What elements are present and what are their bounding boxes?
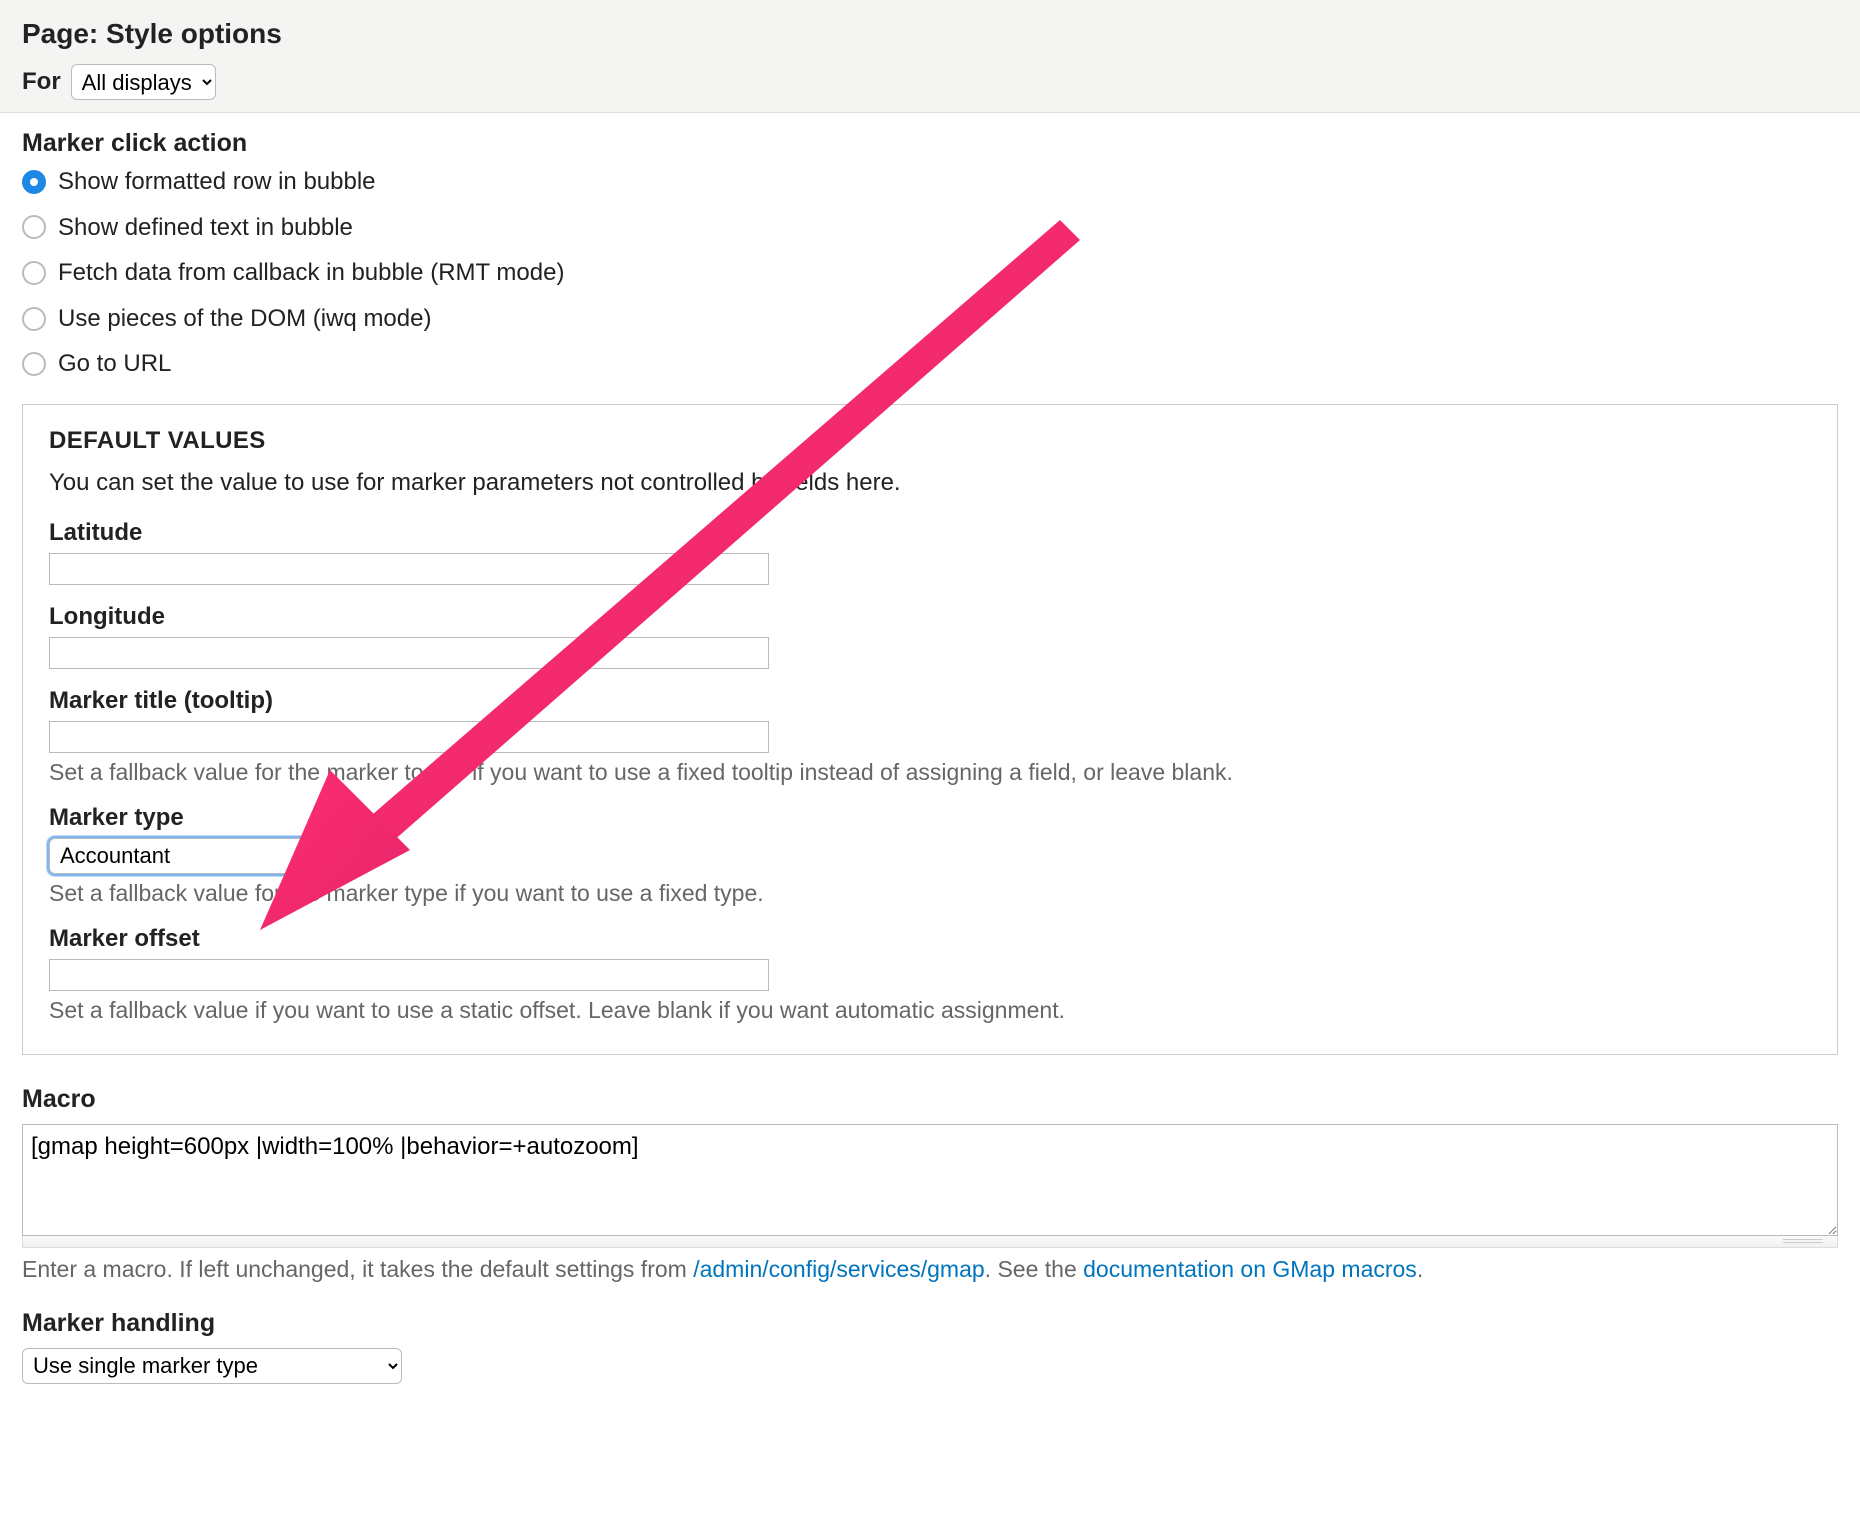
page-title: Page: Style options — [22, 18, 1838, 50]
marker-handling-label: Marker handling — [22, 1309, 1838, 1338]
macro-config-link[interactable]: /admin/config/services/gmap — [693, 1256, 984, 1282]
for-select[interactable]: All displays — [71, 64, 216, 100]
longitude-block: Longitude — [49, 603, 1811, 669]
macro-help-post: . — [1417, 1256, 1423, 1282]
radio-use-dom-pieces[interactable]: Use pieces of the DOM (iwq mode) — [22, 305, 1838, 333]
marker-title-help: Set a fallback value for the marker tool… — [49, 759, 1811, 786]
marker-type-label: Marker type — [49, 804, 1811, 832]
latitude-input[interactable] — [49, 553, 769, 585]
for-row: For All displays — [22, 64, 1838, 100]
marker-type-select[interactable]: Accountant — [49, 838, 329, 874]
marker-click-options: Show formatted row in bubble Show define… — [22, 168, 1838, 378]
macro-textarea[interactable] — [22, 1124, 1838, 1236]
radio-label: Use pieces of the DOM (iwq mode) — [58, 305, 431, 333]
macro-help-pre: Enter a macro. If left unchanged, it tak… — [22, 1256, 693, 1282]
macro-docs-link[interactable]: documentation on GMap macros — [1083, 1256, 1417, 1282]
radio-label: Go to URL — [58, 350, 171, 378]
radio-icon — [22, 261, 46, 285]
macro-help: Enter a macro. If left unchanged, it tak… — [22, 1256, 1838, 1283]
radio-show-formatted-row[interactable]: Show formatted row in bubble — [22, 168, 1838, 196]
for-label: For — [22, 68, 61, 96]
latitude-label: Latitude — [49, 519, 1811, 547]
macro-label: Macro — [22, 1085, 1838, 1114]
marker-offset-input[interactable] — [49, 959, 769, 991]
dialog-header: Page: Style options For All displays — [0, 0, 1860, 113]
marker-click-heading: Marker click action — [22, 129, 1838, 158]
radio-icon — [22, 215, 46, 239]
marker-title-label: Marker title (tooltip) — [49, 687, 1811, 715]
radio-icon — [22, 170, 46, 194]
default-values-intro: You can set the value to use for marker … — [49, 469, 1811, 497]
marker-handling-select[interactable]: Use single marker type — [22, 1348, 402, 1384]
radio-label: Fetch data from callback in bubble (RMT … — [58, 259, 564, 287]
default-values-fieldset: DEFAULT VALUES You can set the value to … — [22, 404, 1838, 1055]
default-values-legend: DEFAULT VALUES — [49, 427, 1811, 455]
marker-offset-help: Set a fallback value if you want to use … — [49, 997, 1811, 1024]
radio-label: Show defined text in bubble — [58, 214, 353, 242]
macro-help-mid: . See the — [985, 1256, 1083, 1282]
marker-type-help: Set a fallback value for the marker type… — [49, 880, 1811, 907]
radio-icon — [22, 352, 46, 376]
marker-title-input[interactable] — [49, 721, 769, 753]
radio-icon — [22, 307, 46, 331]
textarea-resize-grip[interactable] — [22, 1236, 1838, 1248]
longitude-label: Longitude — [49, 603, 1811, 631]
radio-show-defined-text[interactable]: Show defined text in bubble — [22, 214, 1838, 242]
longitude-input[interactable] — [49, 637, 769, 669]
radio-go-to-url[interactable]: Go to URL — [22, 350, 1838, 378]
marker-offset-label: Marker offset — [49, 925, 1811, 953]
radio-label: Show formatted row in bubble — [58, 168, 376, 196]
marker-offset-block: Marker offset Set a fallback value if yo… — [49, 925, 1811, 1024]
radio-fetch-callback[interactable]: Fetch data from callback in bubble (RMT … — [22, 259, 1838, 287]
marker-type-block: Marker type Accountant Set a fallback va… — [49, 804, 1811, 907]
latitude-block: Latitude — [49, 519, 1811, 585]
marker-title-block: Marker title (tooltip) Set a fallback va… — [49, 687, 1811, 786]
